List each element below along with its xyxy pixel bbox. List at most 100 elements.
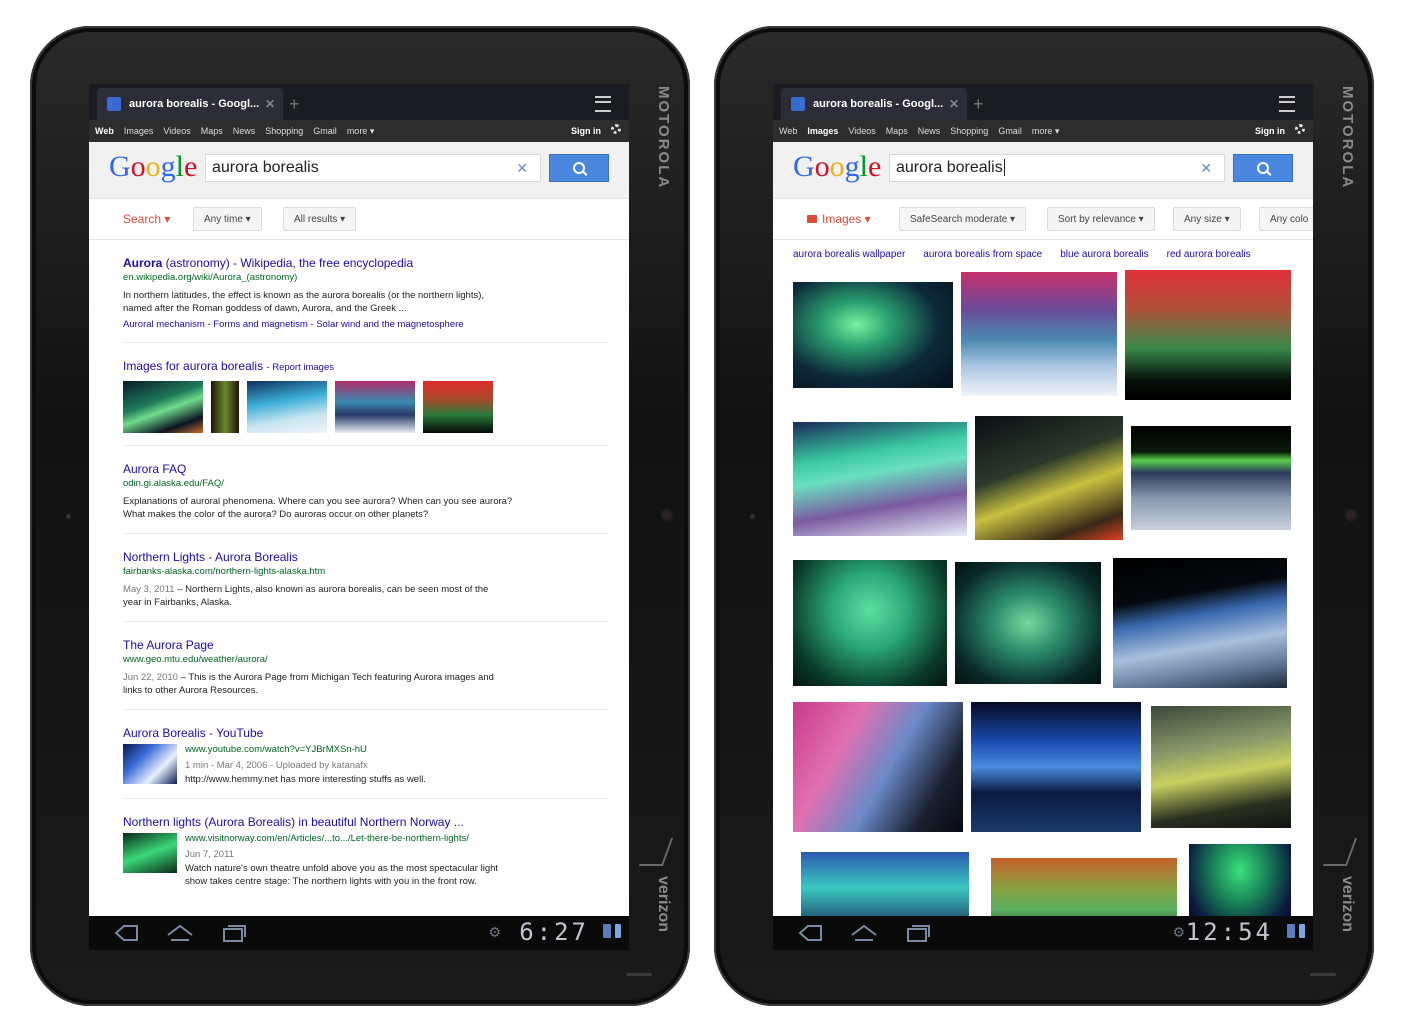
image-result[interactable] [991, 858, 1177, 916]
safesearch-dropdown[interactable]: SafeSearch moderate ▾ [899, 207, 1027, 231]
gbar-videos[interactable]: Videos [848, 126, 875, 136]
recent-apps-button[interactable] [217, 922, 251, 944]
result-title[interactable]: The Aurora Page [123, 638, 609, 652]
sign-in-link[interactable]: Sign in [571, 126, 601, 136]
clock: 6:27 [519, 918, 589, 946]
gbar-images[interactable]: Images [124, 126, 154, 136]
home-button[interactable] [847, 922, 881, 944]
result-title[interactable]: Northern Lights - Aurora Borealis [123, 550, 609, 564]
image-result[interactable] [1131, 426, 1291, 530]
gbar-shopping[interactable]: Shopping [265, 126, 303, 136]
image-result[interactable] [1151, 706, 1291, 828]
image-result[interactable] [1189, 844, 1291, 916]
menu-icon[interactable] [1279, 96, 1295, 112]
related-search-link[interactable]: aurora borealis from space [923, 249, 1042, 260]
result-title[interactable]: Aurora (astronomy) - Wikipedia, the free… [123, 256, 609, 270]
new-tab-icon[interactable]: + [973, 94, 984, 115]
sort-dropdown[interactable]: Sort by relevance ▾ [1047, 207, 1155, 231]
color-dropdown[interactable]: Any colo [1259, 207, 1313, 231]
image-thumbnail[interactable] [123, 381, 203, 433]
gbar-news[interactable]: News [918, 126, 941, 136]
back-button[interactable] [109, 922, 143, 944]
search-button[interactable] [1233, 154, 1293, 182]
result-snippet: http://www.hemmy.net has more interestin… [185, 774, 426, 785]
image-result[interactable] [975, 416, 1123, 540]
video-thumbnail[interactable] [123, 744, 177, 784]
size-dropdown[interactable]: Any size ▾ [1173, 207, 1241, 231]
image-result[interactable] [961, 272, 1117, 396]
gbar-gmail[interactable]: Gmail [313, 126, 337, 136]
close-tab-icon[interactable]: ✕ [265, 97, 275, 111]
gbar-videos[interactable]: Videos [163, 126, 190, 136]
result-sitelinks[interactable]: Auroral mechanism - Forms and magnetism … [123, 319, 609, 330]
all-results-dropdown[interactable]: All results ▾ [283, 207, 357, 231]
gear-icon[interactable] [611, 124, 621, 134]
search-query: aurora borealis [212, 159, 319, 176]
gbar-maps[interactable]: Maps [886, 126, 908, 136]
image-thumbnail[interactable] [423, 381, 493, 433]
image-thumbnail[interactable] [335, 381, 415, 433]
images-mode-dropdown[interactable]: Images ▾ [797, 207, 881, 231]
recent-apps-button[interactable] [901, 922, 935, 944]
gbar-images[interactable]: Images [807, 126, 838, 136]
image-result[interactable] [793, 282, 953, 388]
search-input[interactable]: aurora borealis ✕ [205, 154, 541, 182]
browser-tab[interactable]: aurora borealis - Googl... ✕ [97, 88, 283, 120]
report-images-link[interactable]: - Report images [266, 362, 334, 373]
search-button[interactable] [549, 154, 609, 182]
sign-in-link[interactable]: Sign in [1255, 126, 1285, 136]
browser-screen-images: aurora borealis - Googl... ✕ + Web Image… [773, 84, 1313, 916]
result-date: May 3, 2011 [123, 584, 175, 595]
clear-icon[interactable]: ✕ [1200, 155, 1212, 181]
status-icons [603, 924, 621, 938]
gbar-shopping[interactable]: Shopping [950, 126, 988, 136]
gbar-gmail[interactable]: Gmail [998, 126, 1022, 136]
image-result[interactable] [1125, 270, 1291, 400]
google-logo[interactable]: Google [793, 150, 881, 184]
menu-icon[interactable] [595, 96, 611, 112]
close-tab-icon[interactable]: ✕ [949, 97, 959, 111]
result-title[interactable]: Aurora FAQ [123, 462, 609, 476]
browser-tab[interactable]: aurora borealis - Googl... ✕ [781, 88, 967, 120]
gbar-web[interactable]: Web [779, 126, 797, 136]
clear-icon[interactable]: ✕ [516, 155, 528, 181]
image-result[interactable] [793, 422, 967, 536]
related-search-link[interactable]: red aurora borealis [1167, 249, 1251, 260]
image-result[interactable] [971, 702, 1141, 832]
image-result[interactable] [793, 560, 947, 686]
video-thumbnail[interactable] [123, 833, 177, 873]
carrier-check-logo [638, 838, 674, 866]
any-time-dropdown[interactable]: Any time ▾ [193, 207, 262, 231]
gbar-more[interactable]: more ▾ [347, 126, 375, 137]
home-button[interactable] [163, 922, 197, 944]
image-results-title[interactable]: Images for aurora borealis - Report imag… [123, 359, 609, 373]
image-result[interactable] [1113, 558, 1287, 688]
result-title[interactable]: Aurora Borealis - YouTube [123, 726, 609, 740]
gbar-news[interactable]: News [233, 126, 256, 136]
image-thumbnail[interactable] [211, 381, 239, 433]
snippet-line: Explanations of auroral phenomena. Where… [123, 496, 513, 507]
new-tab-icon[interactable]: + [289, 94, 300, 115]
gear-icon[interactable] [1295, 124, 1305, 134]
result-title[interactable]: Northern lights (Aurora Borealis) in bea… [123, 815, 609, 829]
related-search-link[interactable]: blue aurora borealis [1060, 249, 1148, 260]
gbar-maps[interactable]: Maps [201, 126, 223, 136]
sensor-dot [750, 514, 755, 519]
carrier-label: verizon [1339, 876, 1356, 933]
gbar-web[interactable]: Web [95, 126, 114, 136]
gbar-more[interactable]: more ▾ [1032, 126, 1060, 137]
result-snippet: May 3, 2011 – Northern Lights, also know… [123, 583, 609, 609]
google-logo[interactable]: Google [109, 150, 197, 184]
search-mode-dropdown[interactable]: Search ▾ [113, 207, 180, 231]
image-result[interactable] [801, 852, 969, 916]
image-result[interactable] [955, 562, 1101, 684]
image-thumbnail[interactable] [247, 381, 327, 433]
back-button[interactable] [793, 922, 827, 944]
related-search-link[interactable]: aurora borealis wallpaper [793, 249, 905, 260]
clock: 12:54 [1185, 918, 1273, 946]
tab-strip: aurora borealis - Googl... ✕ + [773, 84, 1313, 120]
search-input[interactable]: aurora borealis ✕ [889, 154, 1225, 182]
result-snippet: Jun 22, 2010 – This is the Aurora Page f… [123, 671, 609, 697]
image-result[interactable] [793, 702, 963, 832]
tab-title: aurora borealis - Googl... [813, 98, 944, 110]
